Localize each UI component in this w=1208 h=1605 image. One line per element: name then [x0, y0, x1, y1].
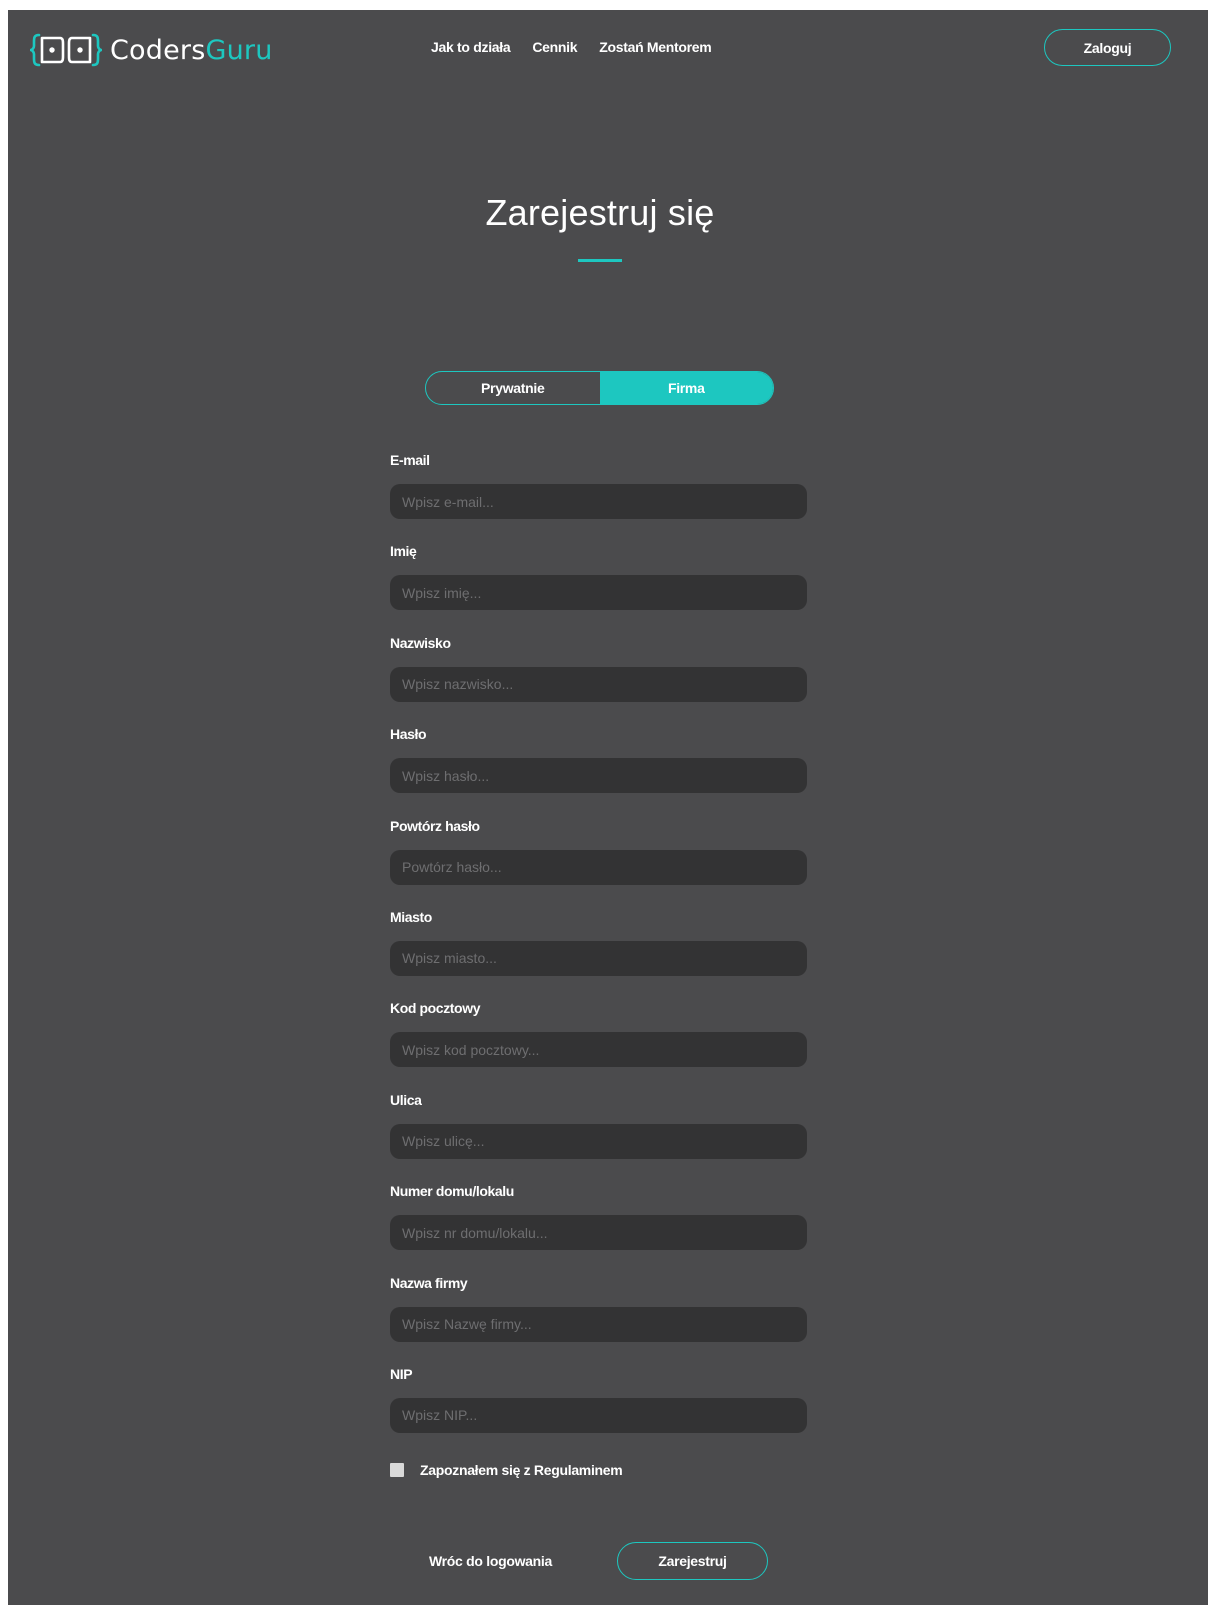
brand-logo[interactable]: CodersGuru: [30, 30, 273, 70]
top-navbar: CodersGuru Jak to działa Cennik Zostań M…: [8, 10, 1208, 84]
password-input[interactable]: [390, 758, 807, 794]
nav-link-pricing[interactable]: Cennik: [532, 39, 577, 55]
toggle-option-company[interactable]: Firma: [599, 372, 773, 404]
page-title: Zarejestruj się: [485, 192, 715, 233]
field-label: Nazwa firmy: [390, 1274, 468, 1291]
field-label: Nazwisko: [390, 634, 451, 651]
login-button[interactable]: Zaloguj: [1044, 29, 1171, 66]
field-label: Imię: [390, 543, 417, 560]
first-name-input[interactable]: [390, 575, 807, 611]
repeat-password-input[interactable]: [390, 849, 807, 885]
field-company-name: Nazwa firmy: [390, 1275, 810, 1366]
field-label: Hasło: [390, 726, 427, 743]
terms-checkbox[interactable]: [390, 1463, 404, 1477]
field-label: Miasto: [390, 908, 432, 925]
last-name-input[interactable]: [390, 666, 807, 702]
email-input[interactable]: [390, 484, 807, 519]
terms-label: Zapoznałem się z Regulaminem: [420, 1462, 623, 1478]
main-nav: Jak to działa Cennik Zostań Mentorem: [431, 39, 733, 55]
field-nip: NIP: [390, 1366, 810, 1457]
field-password: Hasło: [390, 726, 810, 817]
toggle-option-private[interactable]: Prywatnie: [426, 372, 600, 404]
nav-link-become-mentor[interactable]: Zostań Mentorem: [599, 39, 711, 55]
account-type-toggle: Prywatnie Firma: [425, 371, 774, 405]
field-label: E-mail: [390, 452, 430, 468]
field-label: Ulica: [390, 1091, 422, 1108]
field-street: Ulica: [390, 1092, 810, 1183]
brand-name: CodersGuru: [110, 34, 273, 66]
postal-code-input[interactable]: [390, 1032, 807, 1068]
terms-checkbox-row[interactable]: Zapoznałem się z Regulaminem: [390, 1462, 623, 1478]
register-button[interactable]: Zarejestruj: [617, 1542, 768, 1580]
page: CodersGuru Jak to działa Cennik Zostań M…: [8, 10, 1208, 1605]
nip-input[interactable]: [390, 1397, 807, 1433]
field-city: Miasto: [390, 909, 810, 1000]
field-postal-code: Kod pocztowy: [390, 1000, 810, 1091]
field-label: NIP: [390, 1365, 413, 1382]
company-name-input[interactable]: [390, 1306, 807, 1342]
field-label: Numer domu/lokalu: [390, 1183, 514, 1200]
field-label: Kod pocztowy: [390, 1000, 481, 1017]
field-first-name: Imię: [390, 543, 810, 634]
registration-form: E-mail Imię Nazwisko Hasło Powtórz hasło…: [390, 452, 810, 1457]
field-last-name: Nazwisko: [390, 635, 810, 726]
brackets-eyes-logo-icon: [30, 33, 102, 67]
field-label: Powtórz hasło: [390, 817, 480, 834]
city-input[interactable]: [390, 940, 807, 976]
field-repeat-password: Powtórz hasło: [390, 818, 810, 909]
field-house-number: Numer domu/lokalu: [390, 1183, 810, 1274]
field-email: E-mail: [390, 452, 810, 543]
back-to-login-link[interactable]: Wróc do logowania: [429, 1553, 552, 1569]
street-input[interactable]: [390, 1123, 807, 1159]
nav-link-how-it-works[interactable]: Jak to działa: [431, 39, 511, 55]
house-number-input[interactable]: [390, 1215, 807, 1251]
title-underline: [578, 259, 622, 262]
